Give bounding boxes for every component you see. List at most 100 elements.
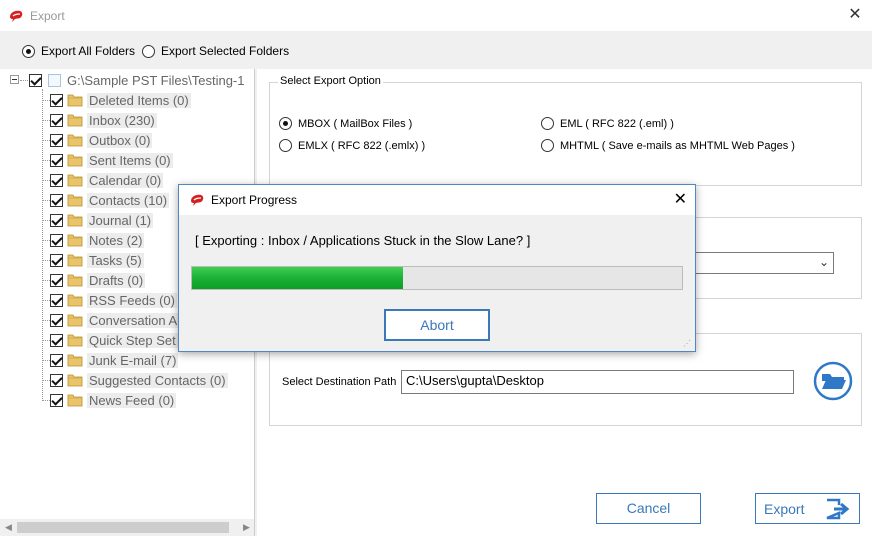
- tree-item-label: News Feed (0): [87, 392, 177, 408]
- tree-connector: [42, 360, 50, 361]
- cancel-button[interactable]: Cancel: [596, 493, 701, 524]
- export-button[interactable]: Export: [755, 493, 860, 524]
- scroll-left-icon[interactable]: ◀: [0, 519, 17, 536]
- emlx-label: EMLX ( RFC 822 (.emlx) ): [298, 139, 426, 152]
- mbox-label: MBOX ( MailBox Files ): [298, 117, 413, 130]
- close-icon[interactable]: ✕: [846, 6, 864, 24]
- folder-icon: [67, 314, 83, 327]
- checkbox-checked-icon[interactable]: [50, 393, 63, 407]
- drive-icon: [48, 73, 61, 87]
- radio-selected-icon: [22, 44, 35, 58]
- app-logo-icon: [191, 194, 204, 206]
- mbox-radio[interactable]: MBOX ( MailBox Files ): [279, 117, 412, 130]
- title-bar: Export ✕: [0, 0, 872, 31]
- tree-connector: [42, 180, 50, 181]
- tree-item[interactable]: Journal (1): [50, 210, 154, 230]
- tree-item-label: Journal (1): [87, 212, 154, 228]
- checkbox-checked-icon[interactable]: [50, 153, 63, 167]
- mhtml-radio[interactable]: MHTML ( Save e-mails as MHTML Web Pages …: [541, 139, 795, 152]
- export-all-folders-radio[interactable]: Export All Folders: [22, 44, 135, 58]
- tree-item[interactable]: Contacts (10): [50, 190, 170, 210]
- checkbox-checked-icon[interactable]: [50, 93, 63, 107]
- tree-connector: [42, 300, 50, 301]
- destination-path-input[interactable]: C:\Users\gupta\Desktop: [401, 370, 794, 394]
- tree-connector: [42, 260, 50, 261]
- tree-item[interactable]: Deleted Items (0): [50, 90, 191, 110]
- checkbox-checked-icon[interactable]: [50, 313, 63, 327]
- browse-folder-icon[interactable]: [813, 361, 853, 401]
- tree-connector: [42, 89, 43, 401]
- tree-item[interactable]: Outbox (0): [50, 130, 153, 150]
- export-option-group: Select Export Option MBOX ( MailBox File…: [269, 75, 862, 186]
- tree-item[interactable]: Sent Items (0): [50, 150, 173, 170]
- checkbox-checked-icon[interactable]: [50, 353, 63, 367]
- checkbox-checked-icon[interactable]: [50, 293, 63, 307]
- export-selected-folders-radio[interactable]: Export Selected Folders: [142, 44, 289, 58]
- window-title: Export: [30, 8, 65, 23]
- tree-item[interactable]: News Feed (0): [50, 390, 177, 410]
- eml-radio[interactable]: EML ( RFC 822 (.eml) ): [541, 117, 674, 130]
- tree-item-label: Quick Step Set: [87, 332, 178, 348]
- app-logo-icon: [10, 10, 23, 22]
- checkbox-checked-icon[interactable]: [29, 73, 42, 87]
- tree-item[interactable]: Drafts (0): [50, 270, 146, 290]
- resize-grip-icon[interactable]: ⋰: [683, 339, 693, 349]
- checkbox-checked-icon[interactable]: [50, 133, 63, 147]
- tree-item[interactable]: RSS Feeds (0): [50, 290, 177, 310]
- abort-button[interactable]: Abort: [384, 309, 490, 341]
- tree-item-label: Suggested Contacts (0): [87, 372, 228, 388]
- tree-item-label: Conversation A: [87, 312, 180, 328]
- checkbox-checked-icon[interactable]: [50, 193, 63, 207]
- tree-item[interactable]: Suggested Contacts (0): [50, 370, 228, 390]
- folder-icon: [67, 354, 83, 367]
- eml-label: EML ( RFC 822 (.eml) ): [560, 117, 674, 130]
- tree-connector: [42, 320, 50, 321]
- tree-item[interactable]: Conversation A: [50, 310, 180, 330]
- tree-item[interactable]: Tasks (5): [50, 250, 144, 270]
- checkbox-checked-icon[interactable]: [50, 333, 63, 347]
- folder-icon: [67, 154, 83, 167]
- tree-item[interactable]: Notes (2): [50, 230, 145, 250]
- checkbox-checked-icon[interactable]: [50, 173, 63, 187]
- tree-item-label: Notes (2): [87, 232, 145, 248]
- export-option-title: Select Export Option: [278, 75, 383, 87]
- mhtml-label: MHTML ( Save e-mails as MHTML Web Pages …: [560, 139, 795, 152]
- export-status-message: [ Exporting : Inbox / Applications Stuck…: [195, 233, 531, 248]
- checkbox-checked-icon[interactable]: [50, 233, 63, 247]
- tree-item[interactable]: Quick Step Set: [50, 330, 178, 350]
- tree-root[interactable]: G:\Sample PST Files\Testing-1: [29, 70, 247, 90]
- tree-item-label: Outbox (0): [87, 132, 153, 148]
- folder-icon: [67, 234, 83, 247]
- radio-unselected-icon: [541, 117, 554, 130]
- tree-item-label: Tasks (5): [87, 252, 144, 268]
- radio-unselected-icon: [142, 44, 155, 58]
- dialog-close-icon[interactable]: ✕: [674, 191, 687, 209]
- scroll-right-icon[interactable]: ▶: [238, 519, 254, 536]
- checkbox-checked-icon[interactable]: [50, 273, 63, 287]
- checkbox-checked-icon[interactable]: [50, 373, 63, 387]
- tree-item[interactable]: Inbox (230): [50, 110, 157, 130]
- radio-unselected-icon: [279, 139, 292, 152]
- radio-selected-icon: [279, 117, 292, 130]
- collapse-icon[interactable]: [10, 75, 19, 84]
- checkbox-checked-icon[interactable]: [50, 113, 63, 127]
- radio-unselected-icon: [541, 139, 554, 152]
- folder-icon: [67, 194, 83, 207]
- dialog-title: Export Progress: [211, 193, 298, 207]
- folder-icon: [67, 254, 83, 267]
- folder-icon: [67, 114, 83, 127]
- checkbox-checked-icon[interactable]: [50, 213, 63, 227]
- tree-connector: [42, 400, 50, 401]
- options-dropdown[interactable]: ⌄: [690, 252, 834, 274]
- folder-icon: [67, 134, 83, 147]
- scrollbar-thumb[interactable]: [17, 522, 229, 533]
- tree-root-label: G:\Sample PST Files\Testing-1: [67, 72, 245, 88]
- tree-item-label: Contacts (10): [87, 192, 170, 208]
- tree-item[interactable]: Junk E-mail (7): [50, 350, 179, 370]
- tree-item[interactable]: Calendar (0): [50, 170, 164, 190]
- tree-item-label: Sent Items (0): [87, 152, 173, 168]
- folder-icon: [67, 374, 83, 387]
- checkbox-checked-icon[interactable]: [50, 253, 63, 267]
- emlx-radio[interactable]: EMLX ( RFC 822 (.emlx) ): [279, 139, 425, 152]
- horizontal-scrollbar[interactable]: ◀ ▶: [0, 519, 254, 536]
